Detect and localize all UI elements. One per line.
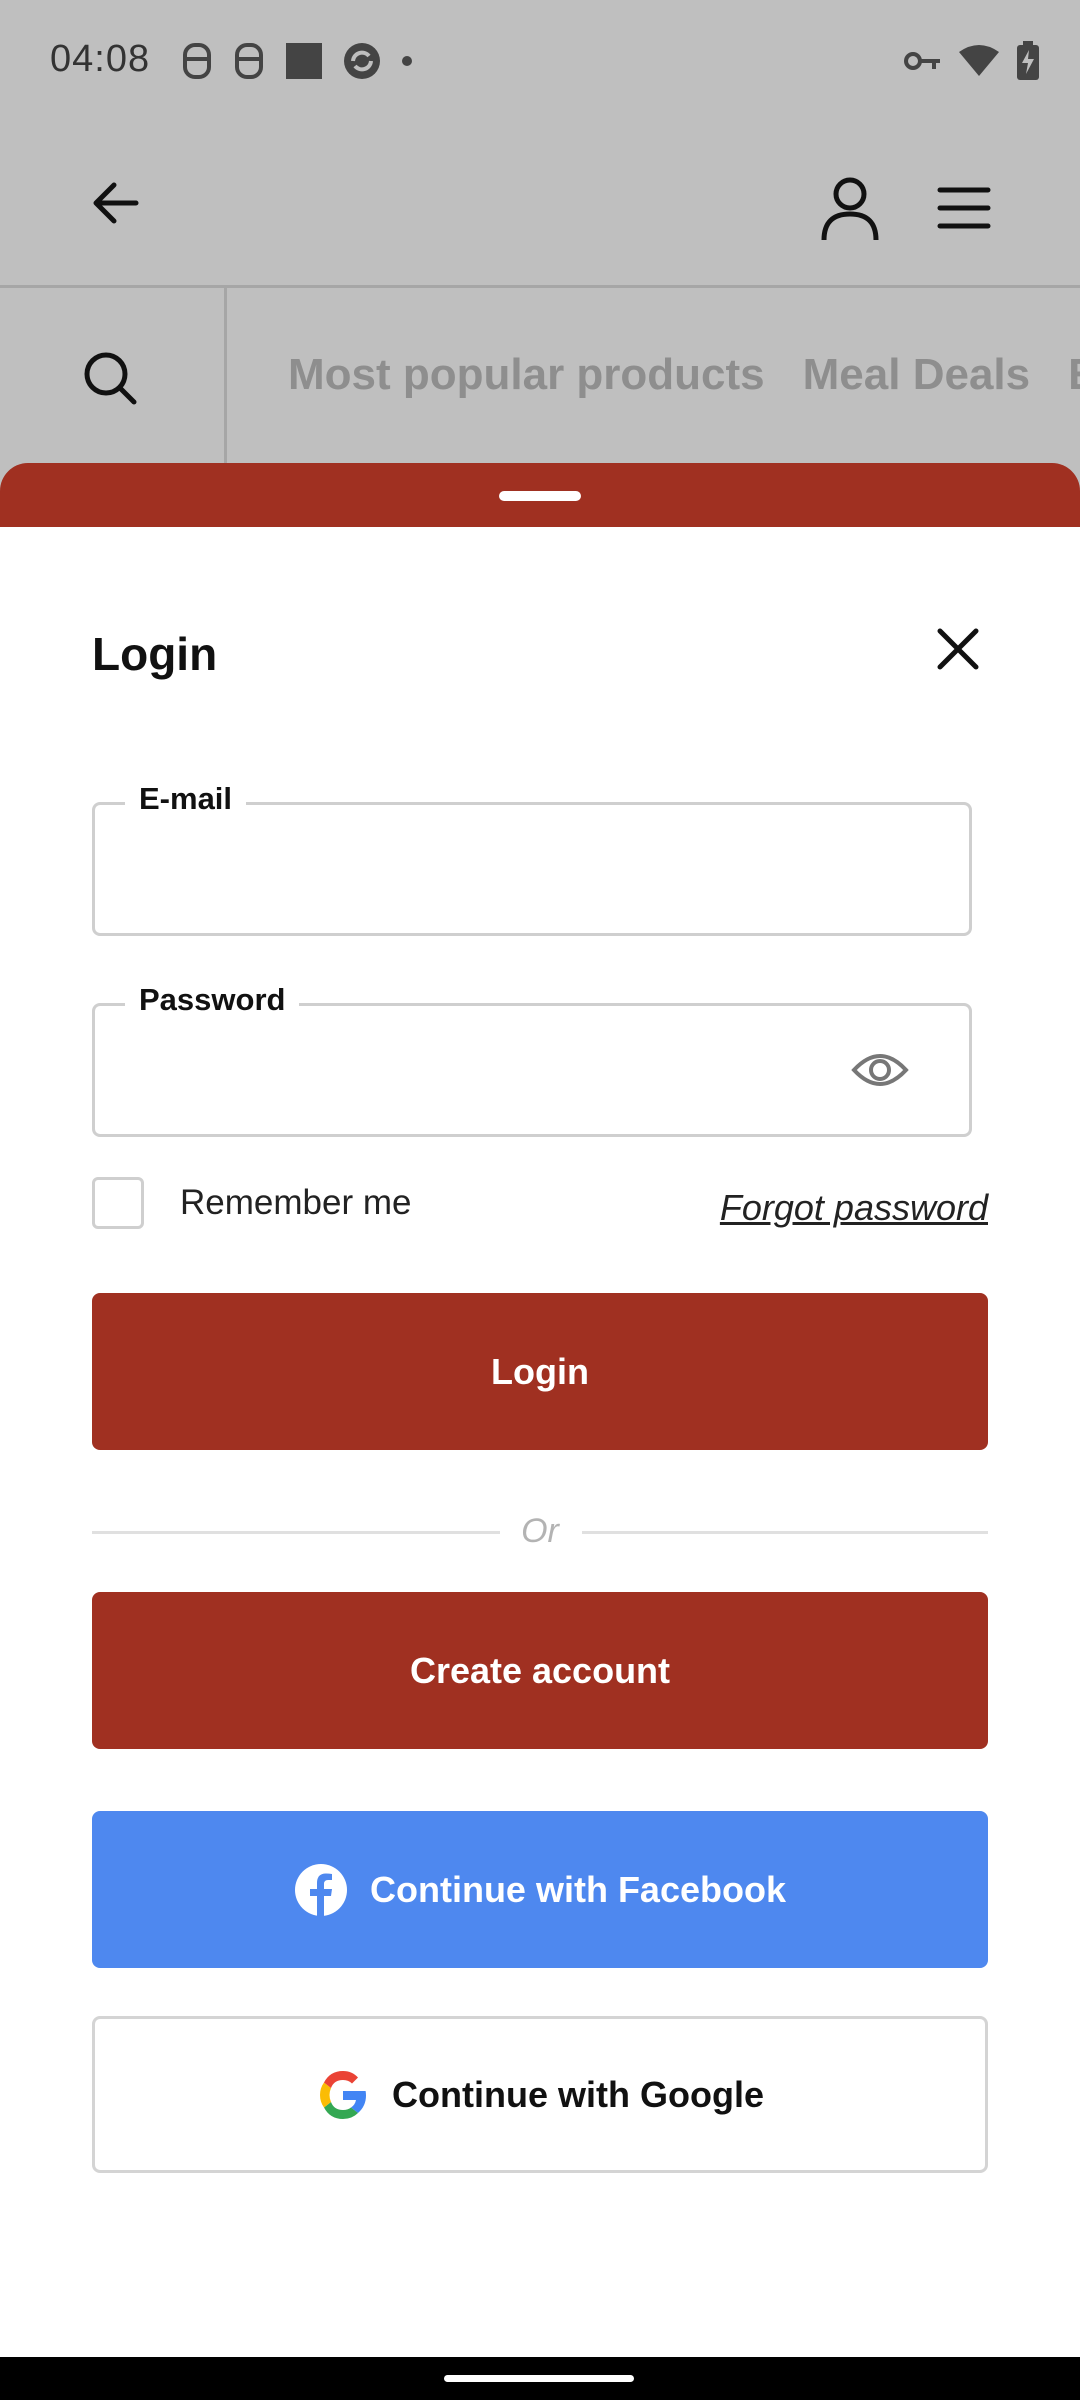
- facebook-icon: [294, 1863, 348, 1917]
- status-icons-left: [180, 40, 414, 86]
- close-icon: [937, 628, 979, 670]
- password-input[interactable]: [115, 1026, 879, 1118]
- create-account-button[interactable]: Create account: [92, 1592, 988, 1749]
- hamburger-menu-icon: [937, 187, 991, 229]
- category-tab-meal-deals[interactable]: Meal Deals: [803, 350, 1030, 400]
- battery-charging-icon: [1016, 40, 1040, 86]
- google-login-button[interactable]: Continue with Google: [92, 2016, 988, 2173]
- image-icon: [284, 41, 324, 86]
- category-tab-next[interactable]: E: [1068, 350, 1080, 400]
- search-button[interactable]: [0, 288, 227, 463]
- account-button[interactable]: [812, 170, 888, 246]
- category-bar: Most popular products Meal Deals E: [0, 288, 1080, 463]
- close-button[interactable]: [930, 621, 986, 677]
- status-bar: 04:08: [0, 0, 1080, 125]
- password-label: Password: [125, 982, 300, 1018]
- google-button-label: Continue with Google: [392, 2073, 764, 2115]
- category-tab-most-popular[interactable]: Most popular products: [288, 350, 765, 400]
- vpn-key-icon: [904, 48, 942, 79]
- or-label: Or: [521, 1512, 559, 1550]
- system-navigation-bar: [0, 2357, 1080, 2400]
- toggle-password-visibility-button[interactable]: [851, 1046, 909, 1094]
- user-icon: [821, 177, 879, 241]
- sheet-header: [0, 463, 1080, 533]
- facebook-login-button[interactable]: Continue with Facebook: [92, 1811, 988, 1968]
- email-label: E-mail: [125, 781, 247, 817]
- email-input[interactable]: [115, 825, 879, 917]
- login-sheet: Login E-mail Password Remember me Forgot…: [0, 527, 1080, 2357]
- or-separator: Or: [92, 1507, 988, 1557]
- notification-icon: [180, 41, 214, 86]
- notification-icon: [232, 41, 266, 86]
- login-button[interactable]: Login: [92, 1293, 988, 1450]
- back-button[interactable]: [80, 165, 156, 241]
- wifi-icon: [958, 44, 1000, 83]
- remember-me-row: Remember me: [92, 1177, 411, 1229]
- eye-icon: [851, 1054, 909, 1086]
- home-gesture-handle[interactable]: [444, 2375, 634, 2382]
- sheet-title: Login: [92, 628, 218, 680]
- google-icon: [316, 2068, 370, 2122]
- arrow-left-icon: [93, 182, 139, 224]
- login-button-label: Login: [491, 1350, 589, 1392]
- password-field[interactable]: Password: [92, 982, 972, 1137]
- sync-icon: [342, 41, 382, 86]
- create-account-label: Create account: [409, 1649, 671, 1691]
- facebook-button-label: Continue with Facebook: [369, 1868, 786, 1910]
- category-list: Most popular products Meal Deals E: [288, 350, 1080, 400]
- app-bar: [0, 125, 1080, 285]
- forgot-password-link[interactable]: Forgot password: [720, 1187, 988, 1229]
- remember-me-checkbox[interactable]: [92, 1177, 144, 1229]
- remember-me-label: Remember me: [180, 1183, 412, 1222]
- dot-icon: [400, 54, 414, 73]
- status-icons-right: [904, 40, 1040, 86]
- drag-handle[interactable]: [499, 491, 581, 501]
- email-field[interactable]: E-mail: [92, 781, 972, 936]
- search-icon: [84, 352, 137, 405]
- status-time: 04:08: [50, 38, 151, 80]
- menu-button[interactable]: [926, 170, 1002, 246]
